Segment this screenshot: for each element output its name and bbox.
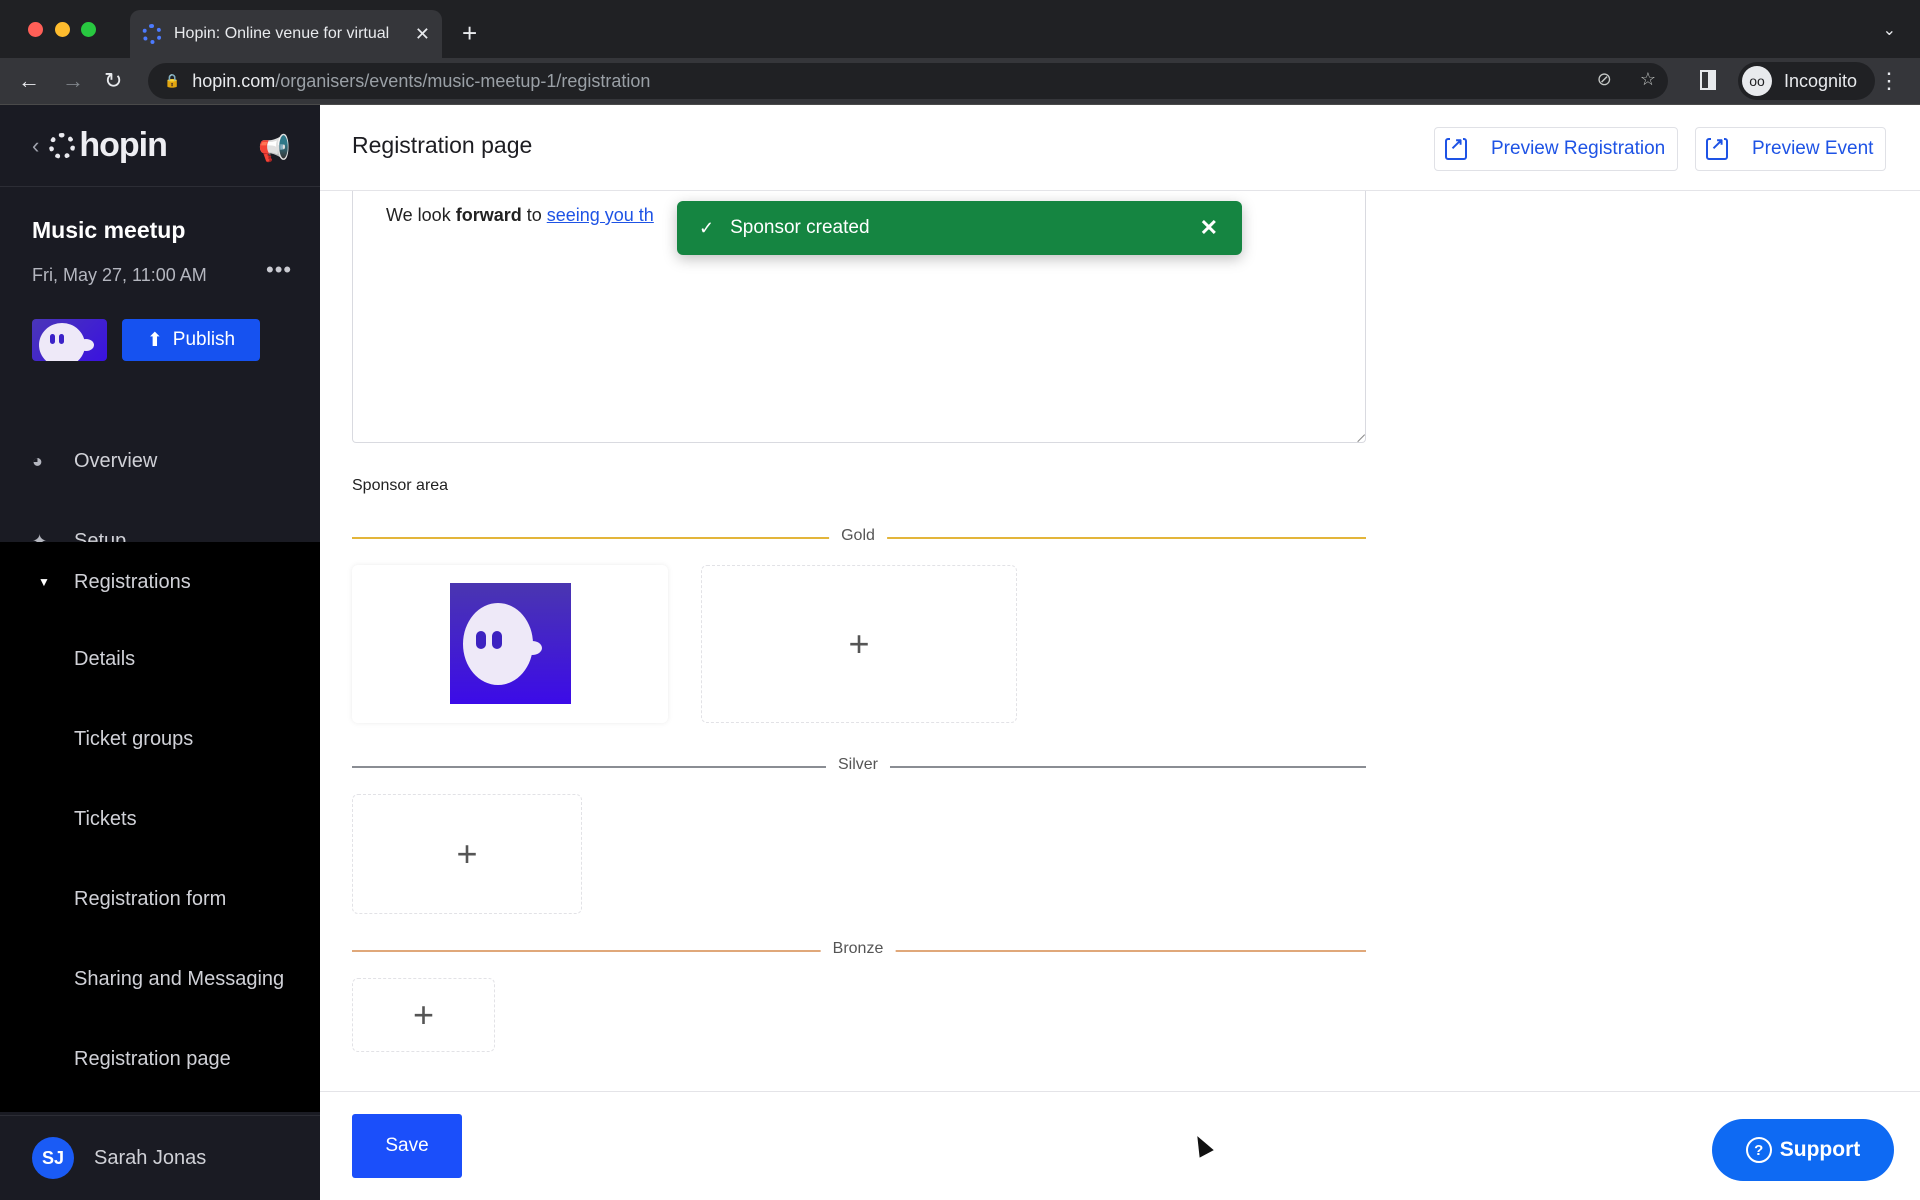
preview-registration-label: Preview Registration [1491,138,1666,159]
event-thumbnail [32,319,107,361]
reload-icon[interactable]: ↻ [104,68,122,94]
browser-tab[interactable]: Hopin: Online venue for virtual ✕ [130,10,442,58]
sponsor-logo [450,583,571,704]
add-silver-sponsor-button[interactable]: + [352,794,582,914]
browser-tab-strip: Hopin: Online venue for virtual ✕ + ⌄ [0,0,1920,58]
sidebar-subitem-registration-form[interactable]: Registration form [74,888,226,911]
back-arrow-icon[interactable]: ← [18,68,40,94]
plus-icon: + [412,994,435,1035]
external-link-icon [1706,134,1728,160]
user-name: Sarah Jonas [94,1146,207,1169]
support-label: Support [1779,1138,1861,1161]
sidebar-item-overview[interactable]: ◕ Overview [0,421,320,501]
close-icon[interactable]: ✕ [1200,215,1218,241]
gold-tier-label: Gold [829,527,887,545]
avatar: SJ [32,1137,74,1179]
side-panel-icon[interactable] [1700,70,1716,90]
upload-icon: ⬆ [146,329,163,351]
sidebar-subitem-ticket-groups[interactable]: Ticket groups [74,728,193,751]
registrations-section [0,542,320,1112]
star-icon[interactable]: ☆ [1640,69,1656,90]
add-bronze-sponsor-button[interactable]: + [352,978,495,1052]
support-button[interactable]: ? Support [1712,1119,1894,1181]
preview-registration-button[interactable]: Preview Registration [1434,127,1679,171]
editor-bold-text: forward [455,205,522,225]
sidebar-subitem-details[interactable]: Details [74,648,135,671]
save-button[interactable]: Save [352,1114,462,1178]
editor-content: We look forward to seeing you th [386,205,654,226]
publish-label: Publish [172,329,236,350]
hopin-favicon-icon [142,24,162,44]
sidebar-item-registrations[interactable]: ▼ Registrations [0,542,320,622]
incognito-badge[interactable]: oo Incognito [1738,62,1876,100]
sidebar: ‹ hopin 📢 Music meetup Fri, May 27, 11:0… [0,105,320,1200]
help-icon: ? [1745,1137,1772,1163]
plus-icon: + [456,833,478,874]
sidebar-item-label: Overview [74,449,158,472]
maximize-window-button[interactable] [81,22,96,37]
eye-off-icon[interactable]: ⊘ [1597,69,1612,90]
megaphone-icon[interactable]: 📢 [258,133,290,164]
silver-tier-label: Silver [825,756,891,774]
tab-title: Hopin: Online venue for virtual [174,25,390,42]
forward-arrow-icon[interactable]: → [62,68,84,94]
lock-icon: 🔒 [164,73,181,88]
sponsor-card[interactable] [352,565,668,723]
footer-bar: Save ? Support [320,1091,1920,1200]
close-window-button[interactable] [28,22,43,37]
sponsor-area-label: Sponsor area [352,477,449,494]
brand-name: hopin [79,126,168,164]
user-menu[interactable]: SJ Sarah Jonas [0,1115,320,1200]
editor-link[interactable]: seeing you th [547,205,654,225]
page-header: Registration page Preview Registration P… [320,105,1920,191]
pie-chart-icon: ◕ [32,450,43,471]
url-host: hopin.com [192,70,276,91]
bronze-tier-label: Bronze [820,940,896,958]
minimize-window-button[interactable] [55,22,70,37]
plus-icon: + [848,623,870,664]
browser-menu-icon[interactable]: ⋮ [1878,68,1900,94]
toast-message: Sponsor created [730,217,870,238]
chevron-down-icon[interactable]: ⌄ [1883,20,1896,40]
address-bar[interactable]: 🔒 hopin.com/organisers/events/music-meet… [148,63,1668,99]
preview-event-label: Preview Event [1752,138,1874,159]
sidebar-item-label: Registrations [74,570,191,593]
logo-row: ‹ hopin 📢 [0,105,320,187]
main-content: Registration page Preview Registration P… [320,105,1920,1200]
preview-event-button[interactable]: Preview Event [1695,127,1887,171]
more-options-icon[interactable]: ••• [266,257,292,283]
hopin-logo-icon [49,132,76,159]
editor-text: We look [386,205,456,225]
event-date: Fri, May 27, 11:00 AM [32,265,207,285]
publish-button[interactable]: ⬆ Publish [122,319,260,361]
add-gold-sponsor-button[interactable]: + [701,565,1017,723]
sidebar-subitem-sharing-messaging[interactable]: Sharing and Messaging [74,968,284,991]
event-name: Music meetup [32,217,186,243]
editor-text: to [521,205,547,225]
browser-toolbar: ← → ↻ 🔒 hopin.com/organisers/events/musi… [0,58,1920,105]
sidebar-subitem-registration-page[interactable]: Registration page [74,1048,231,1071]
sidebar-subitem-tickets[interactable]: Tickets [74,808,137,831]
check-icon: ✓ [699,217,715,238]
chevron-left-icon[interactable]: ‹ [32,133,39,159]
success-toast: ✓ Sponsor created ✕ [677,201,1242,255]
incognito-label: Incognito [1784,70,1858,91]
new-tab-icon[interactable]: + [462,18,477,49]
incognito-icon: oo [1742,66,1772,96]
url-path: /organisers/events/music-meetup-1/regist… [275,70,651,91]
page-title: Registration page [352,132,533,158]
resize-handle[interactable] [1350,427,1366,443]
caret-down-icon: ▼ [38,575,50,589]
external-link-icon [1445,134,1467,160]
close-tab-icon[interactable]: ✕ [415,24,430,45]
